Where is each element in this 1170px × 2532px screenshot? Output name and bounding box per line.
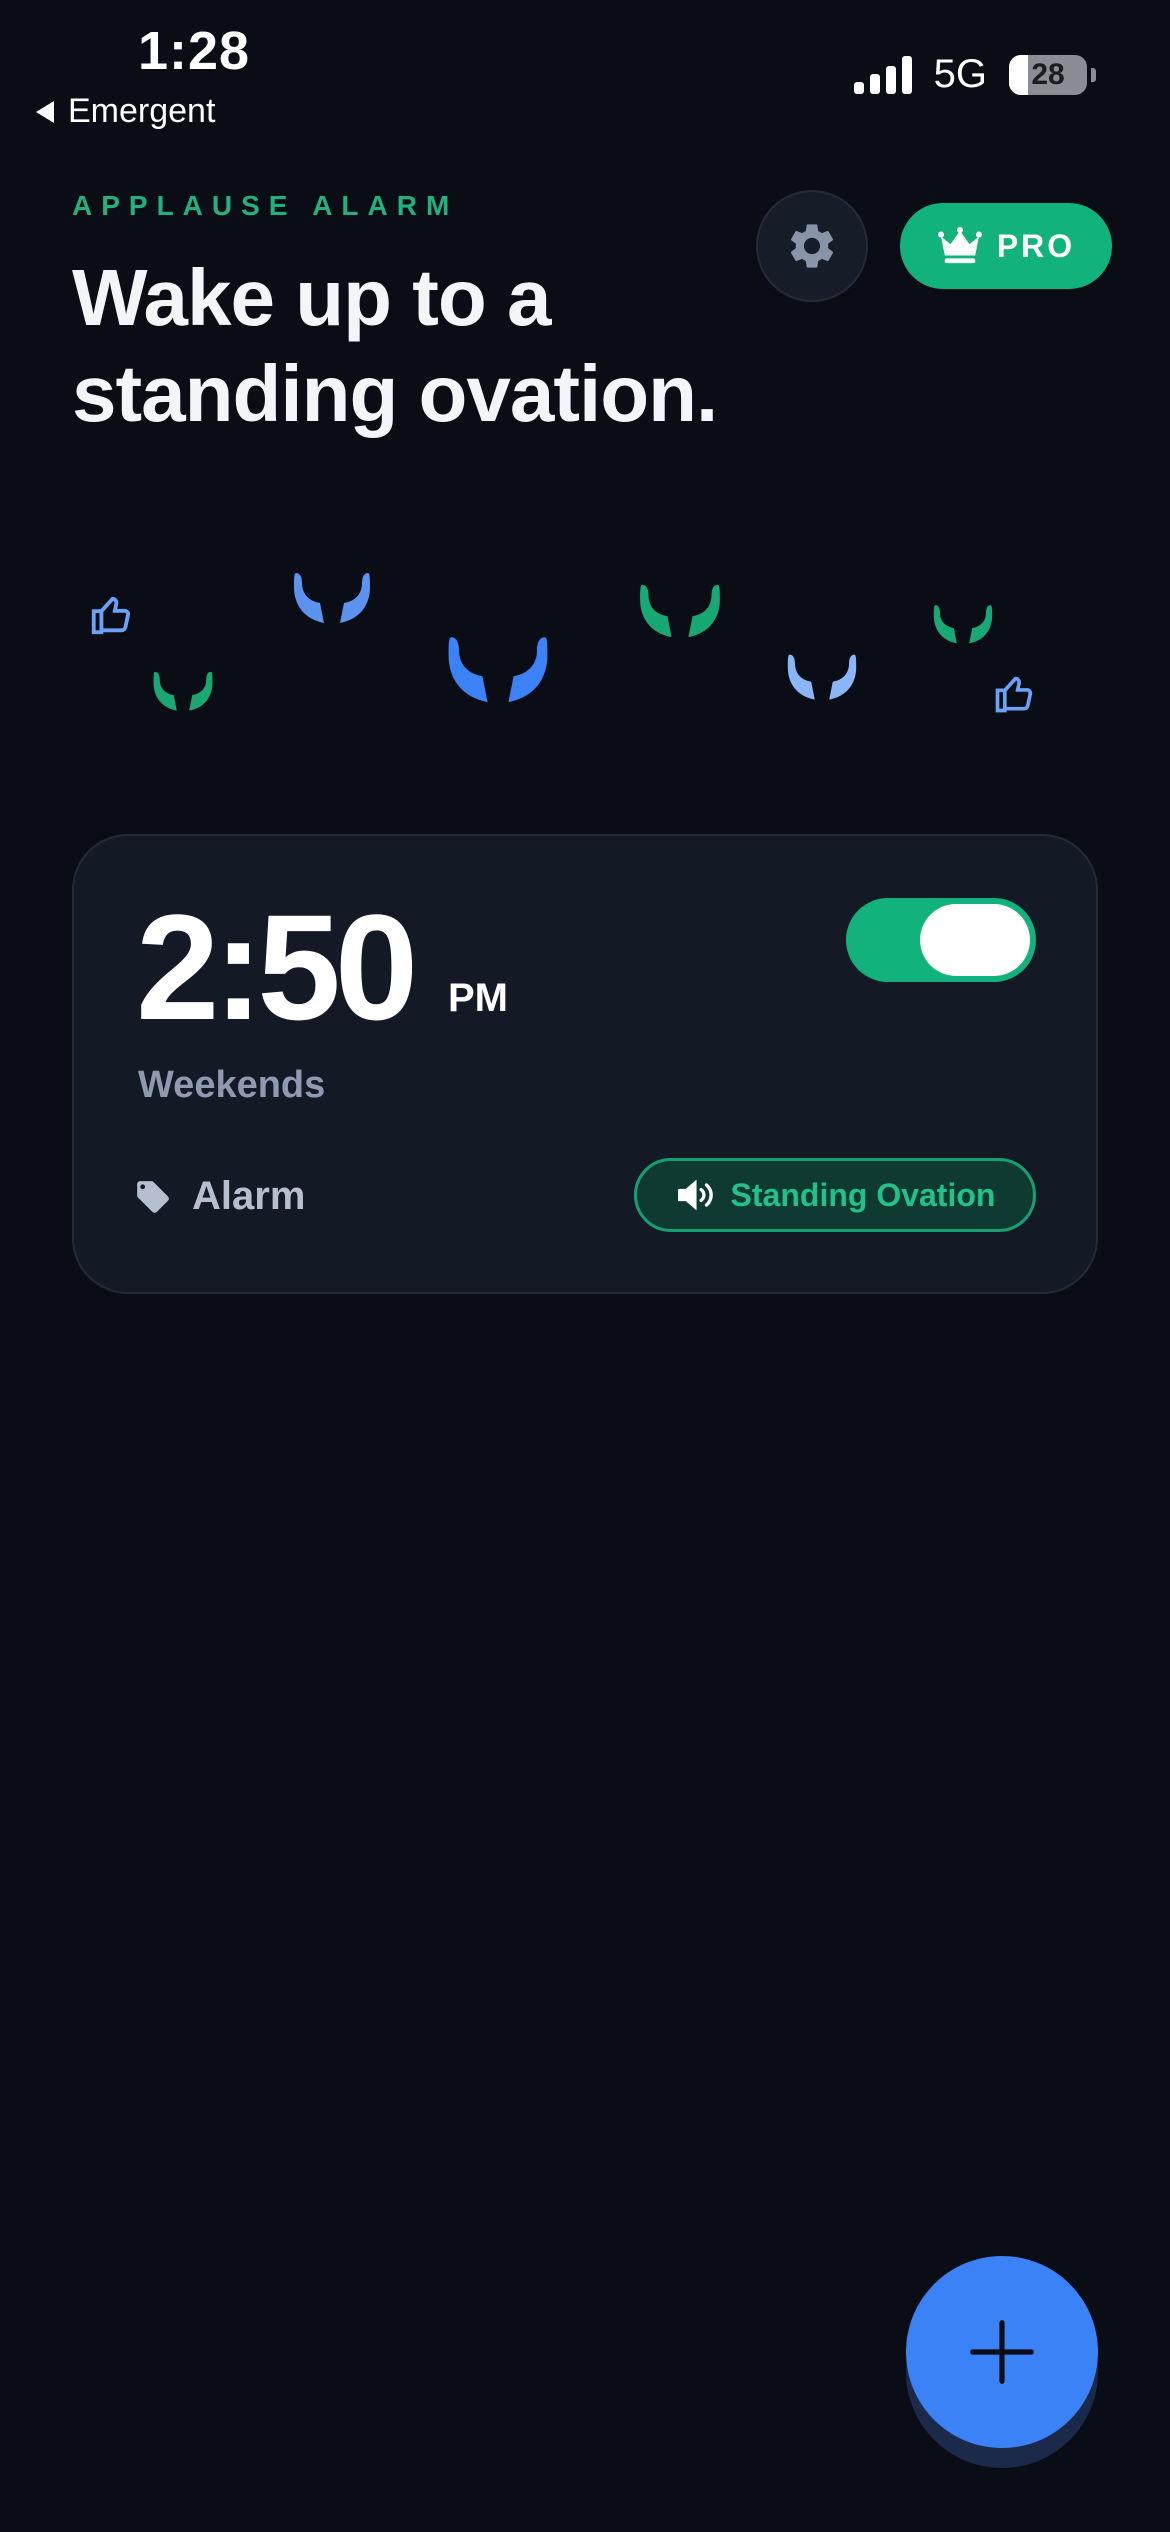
alarm-repeat-days: Weekends [138, 1064, 326, 1106]
pro-label: PRO [996, 227, 1076, 264]
clapping-hands-icon [640, 584, 720, 638]
alarm-sound-label: Standing Ovation [730, 1176, 996, 1213]
toggle-knob [920, 904, 1030, 976]
clapping-hands-icon [153, 671, 213, 711]
tag-icon [137, 1180, 169, 1213]
thumbs-up-icon [91, 596, 131, 635]
status-time: 1:28 [138, 21, 251, 81]
pro-upgrade-button[interactable]: PRO [900, 203, 1112, 289]
battery-level: 28 [1031, 57, 1065, 91]
back-to-app-link[interactable]: Emergent [36, 92, 215, 131]
app-eyebrow: APPLAUSE ALARM [72, 190, 459, 221]
cellular-signal-icon [853, 55, 912, 94]
battery-cap [1091, 67, 1096, 82]
clapping-hands-icon [294, 573, 370, 623]
clapping-hands-icon [448, 637, 548, 703]
back-arrow-icon [36, 100, 54, 123]
back-app-label: Emergent [68, 92, 216, 130]
speaker-icon [677, 1179, 713, 1211]
settings-button[interactable] [756, 190, 868, 302]
alarm-ampm: PM [448, 976, 508, 1020]
plus-icon [970, 2320, 1034, 2384]
alarm-sound-chip[interactable]: Standing Ovation [634, 1158, 1036, 1232]
alarm-card[interactable]: 2:50 PM Weekends Alarm Standing Ovation [72, 834, 1098, 1294]
alarm-label: Alarm [192, 1174, 306, 1218]
crown-icon [937, 227, 982, 264]
status-indicators: 5G 28 [853, 52, 1096, 97]
battery-icon: 28 [1009, 54, 1087, 95]
add-alarm-button[interactable] [906, 2256, 1098, 2448]
clapping-hands-icon [933, 605, 993, 644]
alarm-enabled-toggle[interactable] [846, 898, 1036, 982]
alarm-label-row: Alarm [134, 1174, 305, 1219]
thumbs-up-icon [995, 676, 1033, 713]
alarm-time: 2:50 [136, 883, 418, 1051]
clapping-hands-icon [787, 654, 857, 700]
gear-icon [790, 224, 834, 268]
page-title: Wake up to a standing ovation. [72, 253, 718, 438]
network-type: 5G [933, 52, 987, 96]
applause-decoration [0, 540, 1170, 740]
